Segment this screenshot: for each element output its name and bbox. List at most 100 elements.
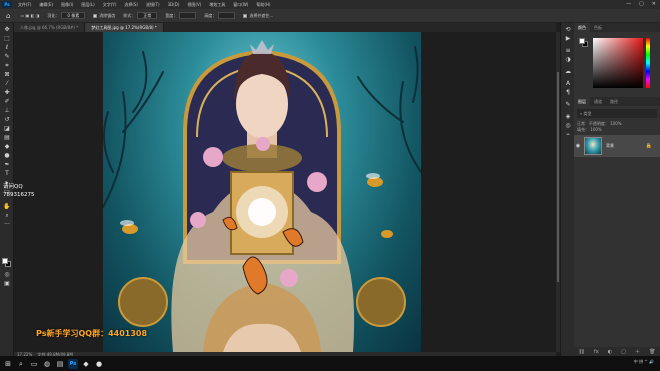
marquee-tool-icon[interactable]: ⬚	[3, 35, 11, 42]
filter-placeholder: 类型	[583, 111, 592, 116]
menu-window[interactable]: 窗口(W)	[229, 2, 252, 8]
eraser-tool-icon[interactable]: ◪	[3, 125, 11, 132]
menu-3d[interactable]: 3D(D)	[164, 2, 184, 7]
foreground-color-swatch[interactable]	[2, 258, 8, 264]
pen-tool-icon[interactable]: ✒	[3, 161, 11, 168]
tab-color[interactable]: 颜色	[574, 23, 590, 32]
photoshop-taskbar-icon[interactable]: Ps	[68, 358, 78, 369]
tab-swatches[interactable]: 色板	[590, 23, 606, 32]
stamp-tool-icon[interactable]: ⊥	[3, 107, 11, 114]
opacity-input[interactable]: 100%	[610, 121, 621, 126]
tab-dream-tool[interactable]: 梦幻工具图.jpg @ 17.2%(RGB/8) *	[85, 23, 164, 32]
tab-channels[interactable]: 通道	[590, 97, 606, 106]
menu-filter[interactable]: 滤镜(T)	[142, 2, 164, 8]
height-control: 高度：	[200, 12, 239, 19]
app-icon-2[interactable]: ●	[94, 359, 104, 369]
channels-panel-icon[interactable]: ◎	[564, 122, 572, 129]
hue-slider[interactable]	[646, 38, 650, 88]
new-group-icon[interactable]: ▢	[621, 349, 626, 355]
browser-icon[interactable]: ◍	[42, 359, 52, 369]
blend-mode-select[interactable]: 正常	[577, 121, 585, 126]
style-label: 样式：	[123, 12, 136, 18]
fill-input[interactable]: 100%	[590, 127, 601, 132]
delete-layer-icon[interactable]: 🗑	[649, 349, 655, 355]
menu-image[interactable]: 图像(I)	[57, 2, 77, 8]
move-tool-icon[interactable]: ✥	[3, 26, 11, 33]
app-icon-1[interactable]: ◆	[81, 359, 91, 369]
marquee-options-icon[interactable]: ▭ ▣ ◧ ◨	[16, 13, 43, 18]
artwork-canvas[interactable]	[103, 32, 421, 352]
layer-row-background[interactable]: ◉ 背景 🔒	[574, 135, 660, 157]
lasso-tool-icon[interactable]: ℓ	[3, 44, 11, 51]
scrollbar-thumb[interactable]	[557, 72, 559, 282]
properties-panel-icon[interactable]: ≡	[564, 47, 572, 54]
tab-layers[interactable]: 图层	[574, 97, 590, 106]
paragraph-panel-icon[interactable]: ¶	[564, 89, 572, 96]
visibility-eye-icon[interactable]: ◉	[574, 143, 582, 149]
saturation-value-picker[interactable]	[593, 38, 643, 88]
windows-start-icon[interactable]: ⊞	[3, 359, 13, 369]
more-tools-icon[interactable]: ···	[3, 221, 11, 228]
tab-portrait[interactable]: 人像.jpg @ 66.7% (RGB/8#) *	[14, 23, 86, 32]
menu-edit[interactable]: 编辑(E)	[35, 2, 57, 8]
task-view-icon[interactable]: ▭	[29, 359, 39, 369]
menu-type[interactable]: 文字(Y)	[99, 2, 121, 8]
add-mask-icon[interactable]: ◐	[608, 349, 612, 355]
select-mask-icon	[243, 13, 248, 18]
new-layer-icon[interactable]: ＋	[635, 348, 640, 355]
zoom-tool-icon[interactable]: ⌕	[3, 212, 11, 219]
paths-panel-icon[interactable]: ⌁	[564, 131, 572, 138]
type-tool-icon[interactable]: T	[3, 170, 11, 177]
brush-tool-icon[interactable]: ✐	[3, 98, 11, 105]
system-tray[interactable]: 中 拼 ^ 🔊	[634, 359, 654, 365]
layer-name[interactable]: 背景	[606, 143, 614, 149]
menu-file[interactable]: 文件(F)	[14, 2, 35, 8]
libraries-panel-icon[interactable]: ☁	[564, 68, 572, 75]
feather-input[interactable]: 0 像素	[61, 12, 86, 19]
history-brush-icon[interactable]: ↺	[3, 116, 11, 123]
height-input[interactable]	[218, 12, 236, 19]
gradient-tool-icon[interactable]: ▤	[3, 134, 11, 141]
hand-tool-icon[interactable]: ✋	[3, 203, 11, 210]
menu-plugins[interactable]: 增效工具	[205, 2, 229, 8]
screen-mode-icon[interactable]: ▣	[3, 280, 11, 287]
antialias-control[interactable]: 消除锯齿	[89, 13, 119, 19]
menu-help[interactable]: 帮助(H)	[252, 2, 274, 8]
blur-tool-icon[interactable]: ◆	[3, 143, 11, 150]
tab-paths[interactable]: 路径	[606, 97, 622, 106]
menu-select[interactable]: 选择(S)	[120, 2, 142, 8]
minimize-button[interactable]: —	[626, 1, 631, 7]
file-explorer-icon[interactable]: ▤	[55, 359, 65, 369]
adjustments-panel-icon[interactable]: ◑	[564, 56, 572, 63]
layers-panel-icon[interactable]: ◈	[564, 113, 572, 120]
menu-view[interactable]: 视图(V)	[183, 2, 205, 8]
dodge-tool-icon[interactable]: ●	[3, 152, 11, 159]
link-layers-icon[interactable]: ⛓	[579, 349, 585, 355]
brush-settings-icon[interactable]: ✎	[564, 101, 572, 108]
home-icon[interactable]: ⌂	[0, 12, 16, 20]
eyedropper-tool-icon[interactable]: ⁄	[3, 80, 11, 87]
document-tabs: 人像.jpg @ 66.7% (RGB/8#) * 梦幻工具图.jpg @ 17…	[14, 23, 556, 32]
layer-filter-input[interactable]: ⌕ 类型	[577, 109, 657, 118]
antialias-checkbox[interactable]	[93, 13, 98, 18]
menu-layer[interactable]: 图层(L)	[77, 2, 98, 8]
photoshop-logo[interactable]: Ps	[2, 1, 12, 8]
frame-tool-icon[interactable]: ⊠	[3, 71, 11, 78]
quick-mask-icon[interactable]: ◎	[3, 271, 11, 278]
maximize-button[interactable]: ▢	[639, 1, 644, 7]
width-input[interactable]	[179, 12, 197, 19]
crop-tool-icon[interactable]: ⌗	[3, 62, 11, 69]
canvas-area[interactable]	[14, 32, 556, 352]
history-panel-icon[interactable]: ⟲	[564, 26, 572, 33]
search-icon[interactable]: ⌕	[16, 359, 26, 369]
close-button[interactable]: ✕	[652, 1, 656, 7]
quick-select-tool-icon[interactable]: ✎	[3, 53, 11, 60]
color-panel-foreground[interactable]	[579, 38, 585, 44]
lock-icon[interactable]: 🔒	[646, 143, 652, 149]
fx-icon[interactable]: fx	[594, 349, 599, 355]
character-panel-icon[interactable]: A	[564, 80, 572, 87]
style-select[interactable]: 正常	[137, 12, 158, 19]
healing-tool-icon[interactable]: ✚	[3, 89, 11, 96]
select-and-mask-button[interactable]: 选择并遮住...	[239, 13, 277, 19]
play-actions-icon[interactable]: ▶	[564, 35, 572, 42]
